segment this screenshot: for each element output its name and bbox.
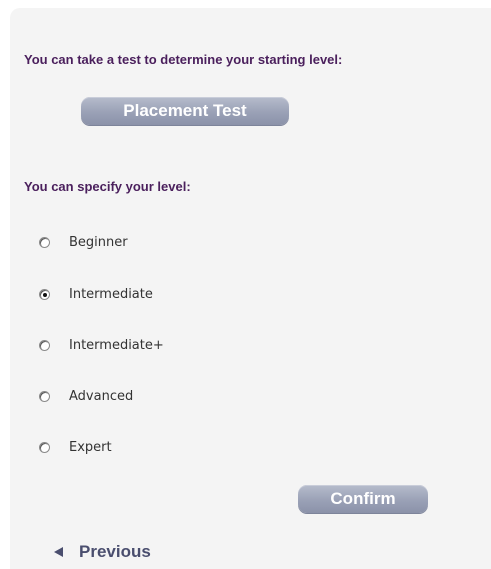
previous-link[interactable]: Previous	[54, 542, 151, 562]
arrow-left-icon	[54, 547, 63, 557]
radio-button[interactable]	[39, 236, 50, 248]
radio-button[interactable]	[39, 390, 50, 402]
placement-test-heading: You can take a test to determine your st…	[24, 52, 343, 67]
level-option-label: Expert	[69, 439, 112, 455]
level-option-advanced[interactable]: Advanced	[39, 388, 133, 404]
radio-button[interactable]	[39, 339, 50, 351]
level-option-label: Beginner	[69, 234, 128, 250]
level-option-beginner[interactable]: Beginner	[39, 234, 128, 250]
level-option-label: Intermediate	[69, 286, 153, 302]
level-option-intermediate[interactable]: Intermediate	[39, 286, 153, 302]
specify-level-heading: You can specify your level:	[24, 179, 191, 194]
radio-button-selected[interactable]	[39, 288, 50, 300]
radio-button[interactable]	[39, 441, 50, 453]
level-option-intermediate-plus[interactable]: Intermediate+	[39, 337, 164, 353]
level-option-label: Intermediate+	[69, 337, 164, 353]
confirm-button[interactable]: Confirm	[298, 485, 428, 513]
placement-test-button[interactable]: Placement Test	[81, 97, 289, 125]
previous-label: Previous	[79, 542, 151, 561]
level-option-label: Advanced	[69, 388, 134, 404]
level-option-expert[interactable]: Expert	[39, 439, 112, 455]
